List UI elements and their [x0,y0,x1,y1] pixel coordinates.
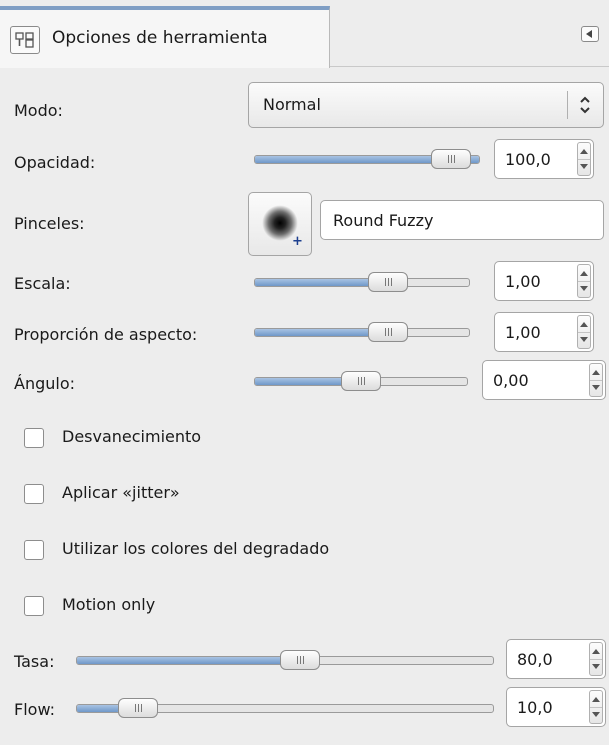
brush-name-field[interactable]: Round Fuzzy [320,200,604,240]
aspect-ratio-value: 1,00 [505,323,541,342]
flow-label: Flow: [14,700,56,719]
opacity-label: Opacidad: [14,153,96,172]
fade-checkbox[interactable] [24,428,44,448]
aspect-ratio-label: Proporción de aspecto: [14,325,198,344]
angle-spinbutton[interactable]: 0,00 [482,360,606,400]
brush-name: Round Fuzzy [333,211,434,230]
angle-slider[interactable] [254,371,468,391]
paintbrush-tools-icon [10,26,40,54]
spin-arrows-icon[interactable] [589,363,603,397]
brushes-label: Pinceles: [14,214,85,233]
flow-spinbutton[interactable]: 10,0 [506,687,606,727]
mode-label: Modo: [14,101,63,120]
scale-slider[interactable] [254,272,470,292]
spin-arrows-icon[interactable] [589,690,603,724]
header-divider [330,66,609,67]
angle-label: Ángulo: [14,374,76,393]
motion-only-checkbox[interactable] [24,596,44,616]
spin-arrows-icon[interactable] [577,264,591,298]
tab-title: Opciones de herramienta [52,28,268,48]
gradient-colors-checkbox[interactable] [24,540,44,560]
aspect-ratio-slider-handle[interactable] [368,322,408,342]
brush-preview-button[interactable]: + [248,192,312,256]
scale-slider-handle[interactable] [368,272,408,292]
scale-slider-fill [255,279,380,286]
rate-slider-handle[interactable] [280,650,320,670]
flow-value: 10,0 [517,698,553,717]
rate-label: Tasa: [14,652,55,671]
spin-arrows-icon[interactable] [589,642,603,676]
rate-value: 80,0 [517,650,553,669]
dropdown-divider [567,91,568,119]
scale-spinbutton[interactable]: 1,00 [494,261,594,301]
gradient-colors-label[interactable]: Utilizar los colores del degradado [62,539,329,558]
aspect-ratio-spinbutton[interactable]: 1,00 [494,312,594,352]
jitter-checkbox[interactable] [24,484,44,504]
angle-slider-handle[interactable] [341,371,381,391]
tab-menu-arrow-icon[interactable] [581,26,599,42]
mode-value: Normal [263,95,321,114]
opacity-slider-handle[interactable] [431,149,471,169]
aspect-ratio-slider-fill [255,329,380,336]
angle-value: 0,00 [493,371,529,390]
updown-chevron-icon [580,96,590,114]
opacity-value: 100,0 [505,150,551,169]
fade-label[interactable]: Desvanecimiento [62,427,201,446]
scale-label: Escala: [14,274,71,293]
mode-dropdown[interactable]: Normal [248,82,604,128]
brush-edit-plus-icon: + [292,234,303,249]
flow-slider-handle[interactable] [118,698,158,718]
flow-slider[interactable] [76,698,494,718]
rate-slider[interactable] [76,650,494,670]
flow-slider-fill [77,705,119,712]
opacity-spinbutton[interactable]: 100,0 [494,139,594,179]
rate-slider-fill [77,657,294,664]
jitter-label[interactable]: Aplicar «jitter» [62,483,180,502]
aspect-ratio-slider[interactable] [254,322,470,342]
scale-value: 1,00 [505,272,541,291]
tool-options-tab[interactable]: Opciones de herramienta [0,6,330,68]
opacity-slider[interactable] [254,149,480,169]
rate-spinbutton[interactable]: 80,0 [506,639,606,679]
spin-arrows-icon[interactable] [577,315,591,349]
motion-only-label[interactable]: Motion only [62,595,155,614]
spin-arrows-icon[interactable] [577,142,591,176]
